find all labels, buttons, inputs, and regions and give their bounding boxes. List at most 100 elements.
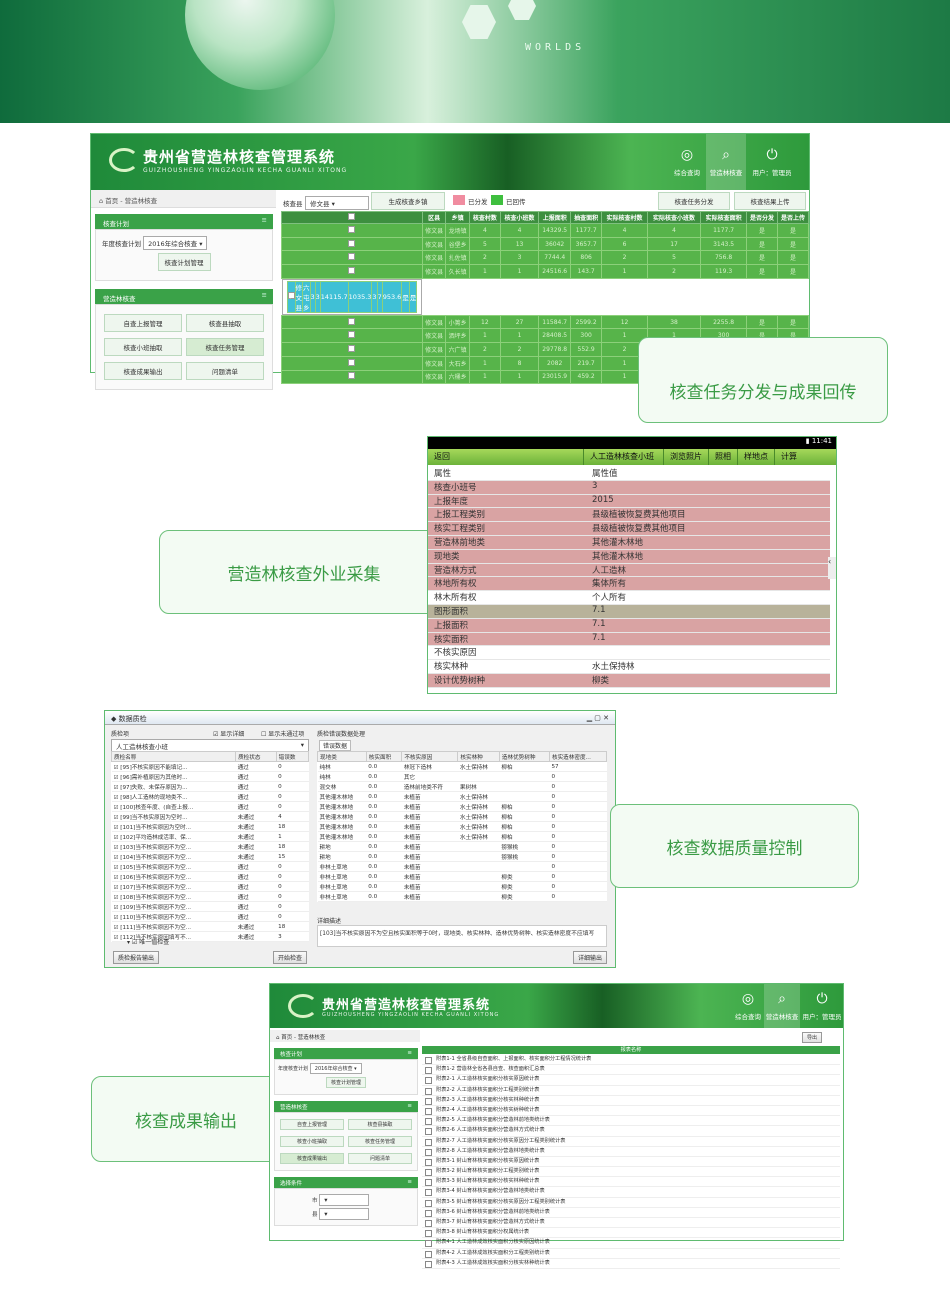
error-row[interactable]: 纯林 0.0 其它 0 <box>317 771 607 782</box>
attr-row[interactable]: 林地所有权 集体所有 <box>428 577 830 592</box>
result-output-button-2[interactable]: 核查成果输出 <box>280 1153 344 1164</box>
plan-select-2[interactable]: 2016年综合核查 ▾ <box>309 1063 362 1074</box>
qc-row[interactable]: ☑ [106]当不核实原因不为空... 通过 0 <box>111 871 309 882</box>
qc-row[interactable]: ☑ [104]当不核实原因不为空... 未通过 15 <box>111 851 309 862</box>
report-item[interactable]: 附表2-8 人工造林核实面积分营造林地类统计表 <box>422 1147 840 1157</box>
filter-header[interactable]: 选择条件 <box>274 1177 418 1188</box>
qc-row[interactable]: ☑ [111]当不核实原因不为空... 未通过 18 <box>111 921 309 932</box>
plan-manage-button-2[interactable]: 核查计划管理 <box>325 1077 366 1088</box>
task-manage-button[interactable]: 核查任务管理 <box>186 338 264 356</box>
attr-row[interactable]: 核实林种 水土保持林 <box>428 660 830 674</box>
tab-camera[interactable]: 照相 <box>708 449 737 465</box>
error-row[interactable]: 其他灌木林地 0.0 未植苗 水土保持林 柳柏 0 <box>317 831 607 842</box>
row-checkbox[interactable] <box>281 314 423 330</box>
error-row[interactable]: 非林土草地 0.0 未植苗 0 <box>317 861 607 872</box>
report-item[interactable]: 附表3-4 封山育林核实面积分营造林地类统计表 <box>422 1187 840 1198</box>
row-checkbox[interactable] <box>281 250 423 266</box>
city-select[interactable]: ▾ <box>319 1194 370 1206</box>
report-item[interactable]: 附表4-3 人工造林成效核实面积分核实林种统计表 <box>422 1259 840 1269</box>
show-detail-checkbox[interactable]: ☑ 显示详细 <box>213 729 244 738</box>
select-all-checkbox[interactable] <box>281 211 423 224</box>
qc-row[interactable]: ☑ [99]当不核实原因为空时... 未通过 4 <box>111 811 309 822</box>
detail-output-button[interactable]: 详细输出 <box>573 951 608 964</box>
error-row[interactable]: 非林土草地 0.0 未植苗 柳类 0 <box>317 891 607 902</box>
attr-row[interactable]: 图形面积 7.1 <box>428 604 830 619</box>
result-upload-button[interactable]: 核查结果上传 <box>734 192 806 210</box>
row-checkbox[interactable] <box>281 236 423 252</box>
attr-row[interactable]: 核实工程类别 县级植被恢复费其他项目 <box>428 522 830 536</box>
result-output-button[interactable]: 核查成果输出 <box>104 362 182 380</box>
row-checkbox[interactable] <box>281 355 423 371</box>
attr-row[interactable]: 上报年度 2015 <box>428 494 830 509</box>
report-item[interactable]: 附表3-6 封山育林核实面积分营造林前地类统计表 <box>422 1208 840 1218</box>
forest-header[interactable]: 营造林核查 <box>95 289 273 304</box>
error-row[interactable]: 其他灌木林地 0.0 未植苗 水土保持林 柳柏 0 <box>317 811 607 822</box>
report-item[interactable]: 附表1-2 营造林全省各县自查、核查面积汇总表 <box>422 1065 840 1076</box>
qc-row[interactable]: ☑ [96]需补植原因为其他时... 通过 0 <box>111 771 309 782</box>
attr-row[interactable]: 营造林前地类 其他灌木林地 <box>428 535 830 550</box>
nav-user[interactable]: ⏻ 用户：管理员 <box>751 134 793 190</box>
unique-check-group[interactable]: ▾ ☑ 唯一值检查 <box>127 937 169 946</box>
error-row[interactable]: 纯林 0.0 林冠下造林 水土保持林 柳柏 57 <box>317 761 607 772</box>
attr-row[interactable]: 设计优势树种 柳类 <box>428 673 830 688</box>
county-sample-button[interactable]: 核查县抽取 <box>186 314 264 332</box>
qc-row[interactable]: ☑ [103]当不核实原因不为空... 未通过 18 <box>111 841 309 852</box>
report-item[interactable]: 附表2-4 人工造林核实面积分核实树种统计表 <box>422 1106 840 1117</box>
report-item[interactable]: 附表1-1 全省县级自查面积、上报面积、核实面积分工程情况统计表 <box>422 1055 840 1066</box>
row-checkbox[interactable] <box>281 223 423 238</box>
attr-row[interactable]: 不核实原因 <box>428 646 830 661</box>
report-item[interactable]: 附表2-5 人工造林核实面积分营造林前地类统计表 <box>422 1116 840 1127</box>
tab-photos[interactable]: 浏览照片 <box>663 449 708 465</box>
qc-row[interactable]: ☑ [110]当不核实原因不为空... 通过 0 <box>111 911 309 922</box>
plan-header[interactable]: 核查计划 <box>95 214 273 229</box>
report-item[interactable]: 附表2-1 人工造林核实面积分核实原因统计表 <box>422 1075 840 1086</box>
error-row[interactable]: 其他灌木林地 0.0 未植苗 水土保持林 柳柏 0 <box>317 821 607 832</box>
error-row[interactable]: 耕地 0.0 未植苗 猕猴桃 0 <box>317 841 607 852</box>
plan-header-2[interactable]: 核查计划 <box>274 1048 418 1059</box>
qc-row[interactable]: ☑ [105]当不核实原因不为空... 通过 0 <box>111 861 309 872</box>
table-row[interactable]: 修文县 小箐乡 12 27 11584.7 2599.2 12 38 2255.8 是是 <box>281 314 810 330</box>
nav-forest-check[interactable]: ⌕ 营造林核查 <box>706 134 746 190</box>
row-checkbox[interactable] <box>281 342 423 357</box>
report-item[interactable]: 附表2-2 人工造林核实面积分工程类别统计表 <box>422 1086 840 1096</box>
row-checkbox[interactable] <box>281 328 423 344</box>
show-failed-checkbox[interactable]: ☐ 显示未通过项 <box>261 729 304 738</box>
report-item[interactable]: 附表3-8 封山育林核实面积分权属统计表 <box>422 1228 840 1239</box>
report-item[interactable]: 附表3-2 封山育林核实面积分工程类别统计表 <box>422 1167 840 1178</box>
county-sample-button-2[interactable]: 核查县抽取 <box>348 1119 412 1130</box>
attr-row[interactable]: 上报面积 7.1 <box>428 618 830 633</box>
subcompartment-sample-button-2[interactable]: 核查小班抽取 <box>280 1136 344 1147</box>
tab-calc[interactable]: 计算 <box>774 449 803 465</box>
subcompartment-sample-button[interactable]: 核查小班抽取 <box>104 338 182 356</box>
self-report-button[interactable]: 自查上报管理 <box>104 314 182 332</box>
report-item[interactable]: 附表3-5 封山育林核实面积分核实原因分工程类别统计表 <box>422 1198 840 1208</box>
attr-row[interactable]: 营造林方式 人工造林 <box>428 563 830 578</box>
qc-row[interactable]: ☑ [108]当不核实原因不为空... 通过 0 <box>111 891 309 902</box>
start-check-button[interactable]: 开始检查 <box>273 951 308 964</box>
report-item[interactable]: 附表2-3 人工造林核实面积分核实林种统计表 <box>422 1096 840 1106</box>
qc-row[interactable]: ☑ [97]失败、未保存原因为... 通过 0 <box>111 781 309 792</box>
error-row[interactable]: 其他灌木林地 0.0 未植苗 水土保持林 0 <box>317 791 607 802</box>
table-row[interactable]: 修文县 龙场镇 4 4 14329.5 1177.7 4 4 1177.7 是是 <box>281 223 810 238</box>
attr-row[interactable]: 核实面积 7.1 <box>428 632 830 647</box>
forest-header-2[interactable]: 营造林核查 <box>274 1101 418 1112</box>
error-row[interactable]: 耕地 0.0 未植苗 猕猴桃 0 <box>317 851 607 862</box>
error-row[interactable]: 非林土草地 0.0 未植苗 柳类 0 <box>317 881 607 892</box>
attr-row[interactable]: 林木所有权 个人所有 <box>428 591 830 605</box>
qc-row[interactable]: ☑ [109]当不核实原因不为空... 通过 0 <box>111 901 309 912</box>
task-distribute-button[interactable]: 核查任务分发 <box>658 192 730 210</box>
qc-report-button[interactable]: 质检报告输出 <box>113 951 160 964</box>
window-controls-icon[interactable]: ▁ ▢ ✕ <box>587 714 609 722</box>
nav-forest-check-2[interactable]: ⌕ 营造林核查 <box>764 984 800 1028</box>
qc-row[interactable]: ☑ [102]平均造林成活率、保... 未通过 1 <box>111 831 309 842</box>
qc-row[interactable]: ☑ [98]人工造林的现地类不... 通过 0 <box>111 791 309 802</box>
nav-query[interactable]: ◎ 综合查询 <box>669 134 705 190</box>
county-select[interactable]: 修文县 ▾ <box>305 196 369 210</box>
error-row[interactable]: 非林土草地 0.0 未植苗 柳类 0 <box>317 871 607 882</box>
plan-manage-button[interactable]: 核查计划管理 <box>157 253 211 271</box>
qc-row[interactable]: ☑ [101]当不核实原因为空时... 未通过 18 <box>111 821 309 832</box>
export-button[interactable]: 导出 <box>802 1032 823 1043</box>
table-row[interactable]: ✓ 修文县 六屯乡 3 3 14115.7 1035.3 3 7 953.6 是是 <box>281 278 423 315</box>
plan-select[interactable]: 2016年综合核查 ▾ <box>143 236 208 250</box>
generate-town-button[interactable]: 生成核查乡镇 <box>371 192 445 210</box>
